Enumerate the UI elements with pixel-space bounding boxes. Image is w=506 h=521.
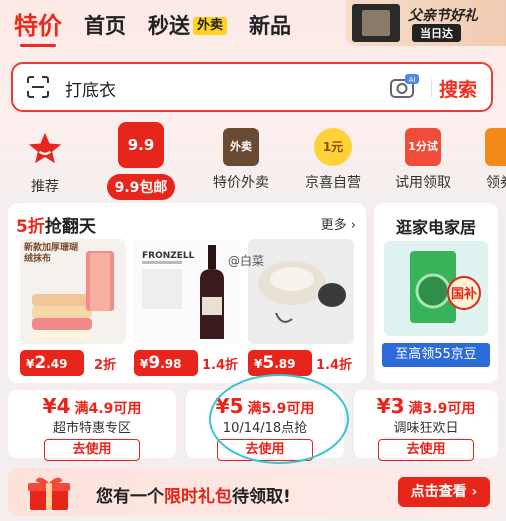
towel-icon bbox=[32, 251, 114, 340]
top-tab-bar: 特价 首页 秒送 外卖 新品 bbox=[14, 8, 291, 47]
fathers-day-banner[interactable]: 父亲节好礼 当日达 bbox=[346, 0, 506, 46]
card-title-rest: 抢翻天 bbox=[44, 217, 96, 237]
discount-label: 2折 bbox=[94, 358, 117, 373]
jingdou-button[interactable]: 至高领55京豆 bbox=[382, 343, 490, 367]
category-label: 9.9包邮 bbox=[106, 174, 176, 200]
category-label: 特价外卖 bbox=[213, 175, 269, 191]
gift-text-highlight: 限时礼包 bbox=[164, 487, 232, 507]
use-coupon-button[interactable]: 去使用 bbox=[44, 439, 140, 461]
watermark: @白菜 bbox=[228, 254, 265, 268]
category-coupon[interactable]: 领券 bbox=[480, 122, 506, 192]
card-title: 5折抢翻天 bbox=[16, 212, 96, 237]
discount-label: 1.4折 bbox=[316, 358, 353, 373]
category-row: 推荐 9.9 9.9包邮 外卖 特价外卖 1元 京喜自营 1分试 试用领取 领券 bbox=[0, 122, 506, 200]
tab-home[interactable]: 首页 bbox=[84, 8, 126, 44]
category-label: 京喜自营 bbox=[305, 175, 361, 191]
scan-icon[interactable] bbox=[27, 76, 49, 98]
coupon-icon bbox=[485, 128, 506, 166]
tab-tejia[interactable]: 特价 bbox=[14, 8, 62, 47]
price-tag: ¥5.89 bbox=[248, 350, 312, 376]
category-jingxi[interactable]: 1元 京喜自营 bbox=[298, 122, 368, 192]
category-label: 推荐 bbox=[31, 179, 59, 195]
coupon-amount: ¥4 bbox=[42, 394, 71, 418]
coupon-desc: 调味狂欢日 bbox=[393, 421, 459, 436]
price-int: 2 bbox=[34, 353, 47, 373]
home-appliance-card[interactable]: 逛家电家居 国补 至高领55京豆 bbox=[374, 203, 498, 383]
gift-pack-text: 您有一个限时礼包待领取! bbox=[96, 482, 291, 507]
takeout-bag-icon: 外卖 bbox=[223, 128, 259, 166]
tab-new[interactable]: 新品 bbox=[249, 8, 291, 44]
price-dec: .98 bbox=[160, 357, 182, 371]
coupon-card[interactable]: ¥3 满3.9可用 调味狂欢日 去使用 bbox=[354, 390, 498, 461]
product-image[interactable]: 新款加厚珊瑚绒抹布 bbox=[20, 239, 126, 344]
banner-subtitle: 当日达 bbox=[412, 24, 461, 42]
tab-miaosong[interactable]: 秒送 外卖 bbox=[148, 8, 228, 44]
gift-icon bbox=[28, 477, 70, 510]
category-recommend[interactable]: 推荐 bbox=[16, 122, 74, 196]
search-bar[interactable]: 打底衣 AI 搜索 bbox=[11, 62, 493, 112]
waimai-badge: 外卖 bbox=[193, 17, 228, 35]
price-tag: ¥9.98 bbox=[134, 350, 198, 376]
half-price-card[interactable]: 5折抢翻天 更多 › 新款加厚珊瑚绒抹布 ¥2.49 2折 FRONZELL ¥… bbox=[8, 203, 366, 383]
product-image[interactable]: FRONZELL bbox=[134, 239, 240, 344]
washing-machine-image: 国补 bbox=[384, 241, 488, 336]
shopping-bag-icon: 1分试 bbox=[405, 128, 441, 166]
search-divider bbox=[431, 79, 432, 97]
price-int: 5 bbox=[262, 353, 275, 373]
coupon-condition: 满3.9可用 bbox=[408, 401, 476, 417]
category-9-9[interactable]: 9.9 9.9包邮 bbox=[102, 122, 180, 200]
gift-box-icon: 9.9 bbox=[118, 122, 164, 168]
wine-bottle-icon bbox=[142, 245, 224, 339]
gift-text-before: 您有一个 bbox=[96, 487, 164, 507]
ai-label: AI bbox=[409, 76, 416, 84]
price-dec: .89 bbox=[274, 357, 296, 371]
ai-camera-icon[interactable]: AI bbox=[389, 74, 419, 100]
washing-machine-icon: 国补 bbox=[410, 251, 481, 323]
category-label: 领券 bbox=[486, 175, 506, 191]
banner-title: 父亲节好礼 bbox=[408, 8, 478, 24]
highlight-circle bbox=[209, 374, 349, 464]
price-dec: .49 bbox=[46, 357, 68, 371]
price-int: 9 bbox=[148, 353, 161, 373]
category-trial[interactable]: 1分试 试用领取 bbox=[388, 122, 458, 192]
coupon-card[interactable]: ¥4 满4.9可用 超市特惠专区 去使用 bbox=[8, 390, 176, 461]
coupon-amount-line: ¥3 满3.9可用 bbox=[354, 394, 498, 418]
view-gift-button[interactable]: 点击查看 › bbox=[398, 477, 490, 507]
gift-package-icon bbox=[352, 4, 400, 42]
subsidy-badge: 国补 bbox=[451, 286, 477, 302]
discount-label: 1.4折 bbox=[202, 358, 239, 373]
gift-text-after: 待领取! bbox=[232, 487, 291, 507]
tab-miaosong-label: 秒送 bbox=[148, 14, 190, 38]
price-tag: ¥2.49 bbox=[20, 350, 84, 376]
coupon-amount: ¥3 bbox=[376, 394, 405, 418]
home-card-title: 逛家电家居 bbox=[395, 218, 476, 237]
coupon-condition: 满4.9可用 bbox=[74, 401, 142, 417]
search-button[interactable]: 搜索 bbox=[439, 75, 477, 102]
coin-icon: 1元 bbox=[314, 128, 352, 166]
star-icon bbox=[28, 132, 62, 164]
coupon-desc: 超市特惠专区 bbox=[52, 421, 131, 436]
category-takeout[interactable]: 外卖 特价外卖 bbox=[204, 122, 278, 192]
gift-pack-banner[interactable]: 您有一个限时礼包待领取! 点击查看 › bbox=[8, 468, 498, 516]
more-link[interactable]: 更多 › bbox=[321, 214, 356, 233]
search-input[interactable]: 打底衣 bbox=[65, 76, 116, 101]
use-coupon-button[interactable]: 去使用 bbox=[378, 439, 474, 461]
card-title-highlight: 5折 bbox=[16, 217, 45, 237]
coupon-amount-line: ¥4 满4.9可用 bbox=[8, 394, 176, 418]
category-label: 试用领取 bbox=[395, 175, 451, 191]
